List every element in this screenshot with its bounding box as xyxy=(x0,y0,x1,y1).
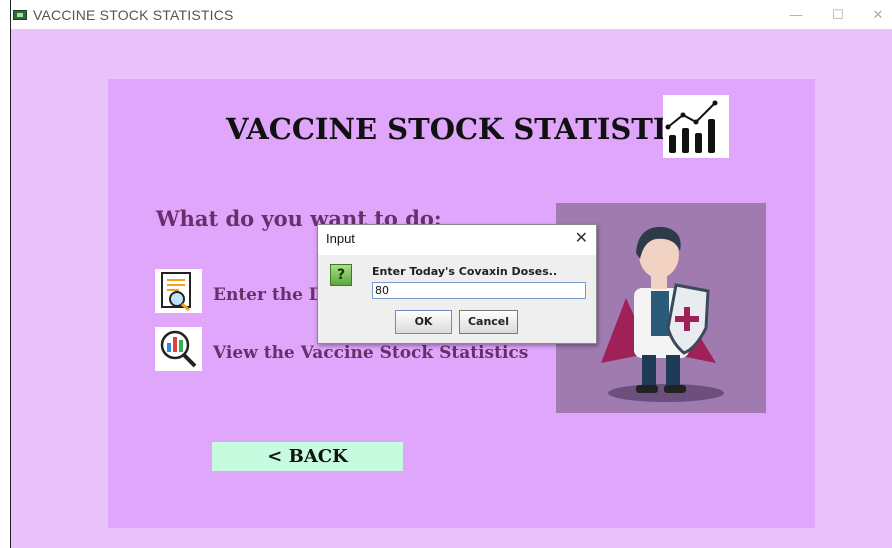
growth-chart-icon xyxy=(663,95,729,158)
view-statistics-option[interactable]: View the Vaccine Stock Statistics xyxy=(213,343,528,363)
enter-doses-option[interactable]: Enter the D xyxy=(213,285,324,305)
back-button[interactable]: < BACK xyxy=(212,442,403,471)
ok-button[interactable]: OK xyxy=(395,310,452,334)
cancel-button[interactable]: Cancel xyxy=(459,310,518,334)
chart-magnifier-icon[interactable] xyxy=(155,327,202,371)
question-icon: ? xyxy=(330,264,352,286)
window-title: VACCINE STOCK STATISTICS xyxy=(33,7,234,23)
app-icon xyxy=(13,10,27,20)
dialog-message: Enter Today's Covaxin Doses.. xyxy=(372,265,558,278)
page-title: VACCINE STOCK STATISTICS xyxy=(226,112,711,146)
close-icon[interactable]: ✕ xyxy=(575,228,588,248)
dialog-title: Input xyxy=(326,231,355,246)
dialog-body: ? Enter Today's Covaxin Doses.. OK Cance… xyxy=(318,255,596,343)
report-magnifier-icon[interactable] xyxy=(155,269,202,313)
minimize-button[interactable]: — xyxy=(781,6,811,24)
doses-input[interactable] xyxy=(372,282,586,299)
maximize-button[interactable]: ☐ xyxy=(823,6,853,24)
title-bar: VACCINE STOCK STATISTICS — ☐ ✕ xyxy=(11,0,892,30)
close-window-button[interactable]: ✕ xyxy=(863,6,892,24)
input-dialog: Input ✕ ? Enter Today's Covaxin Doses.. … xyxy=(317,224,597,344)
